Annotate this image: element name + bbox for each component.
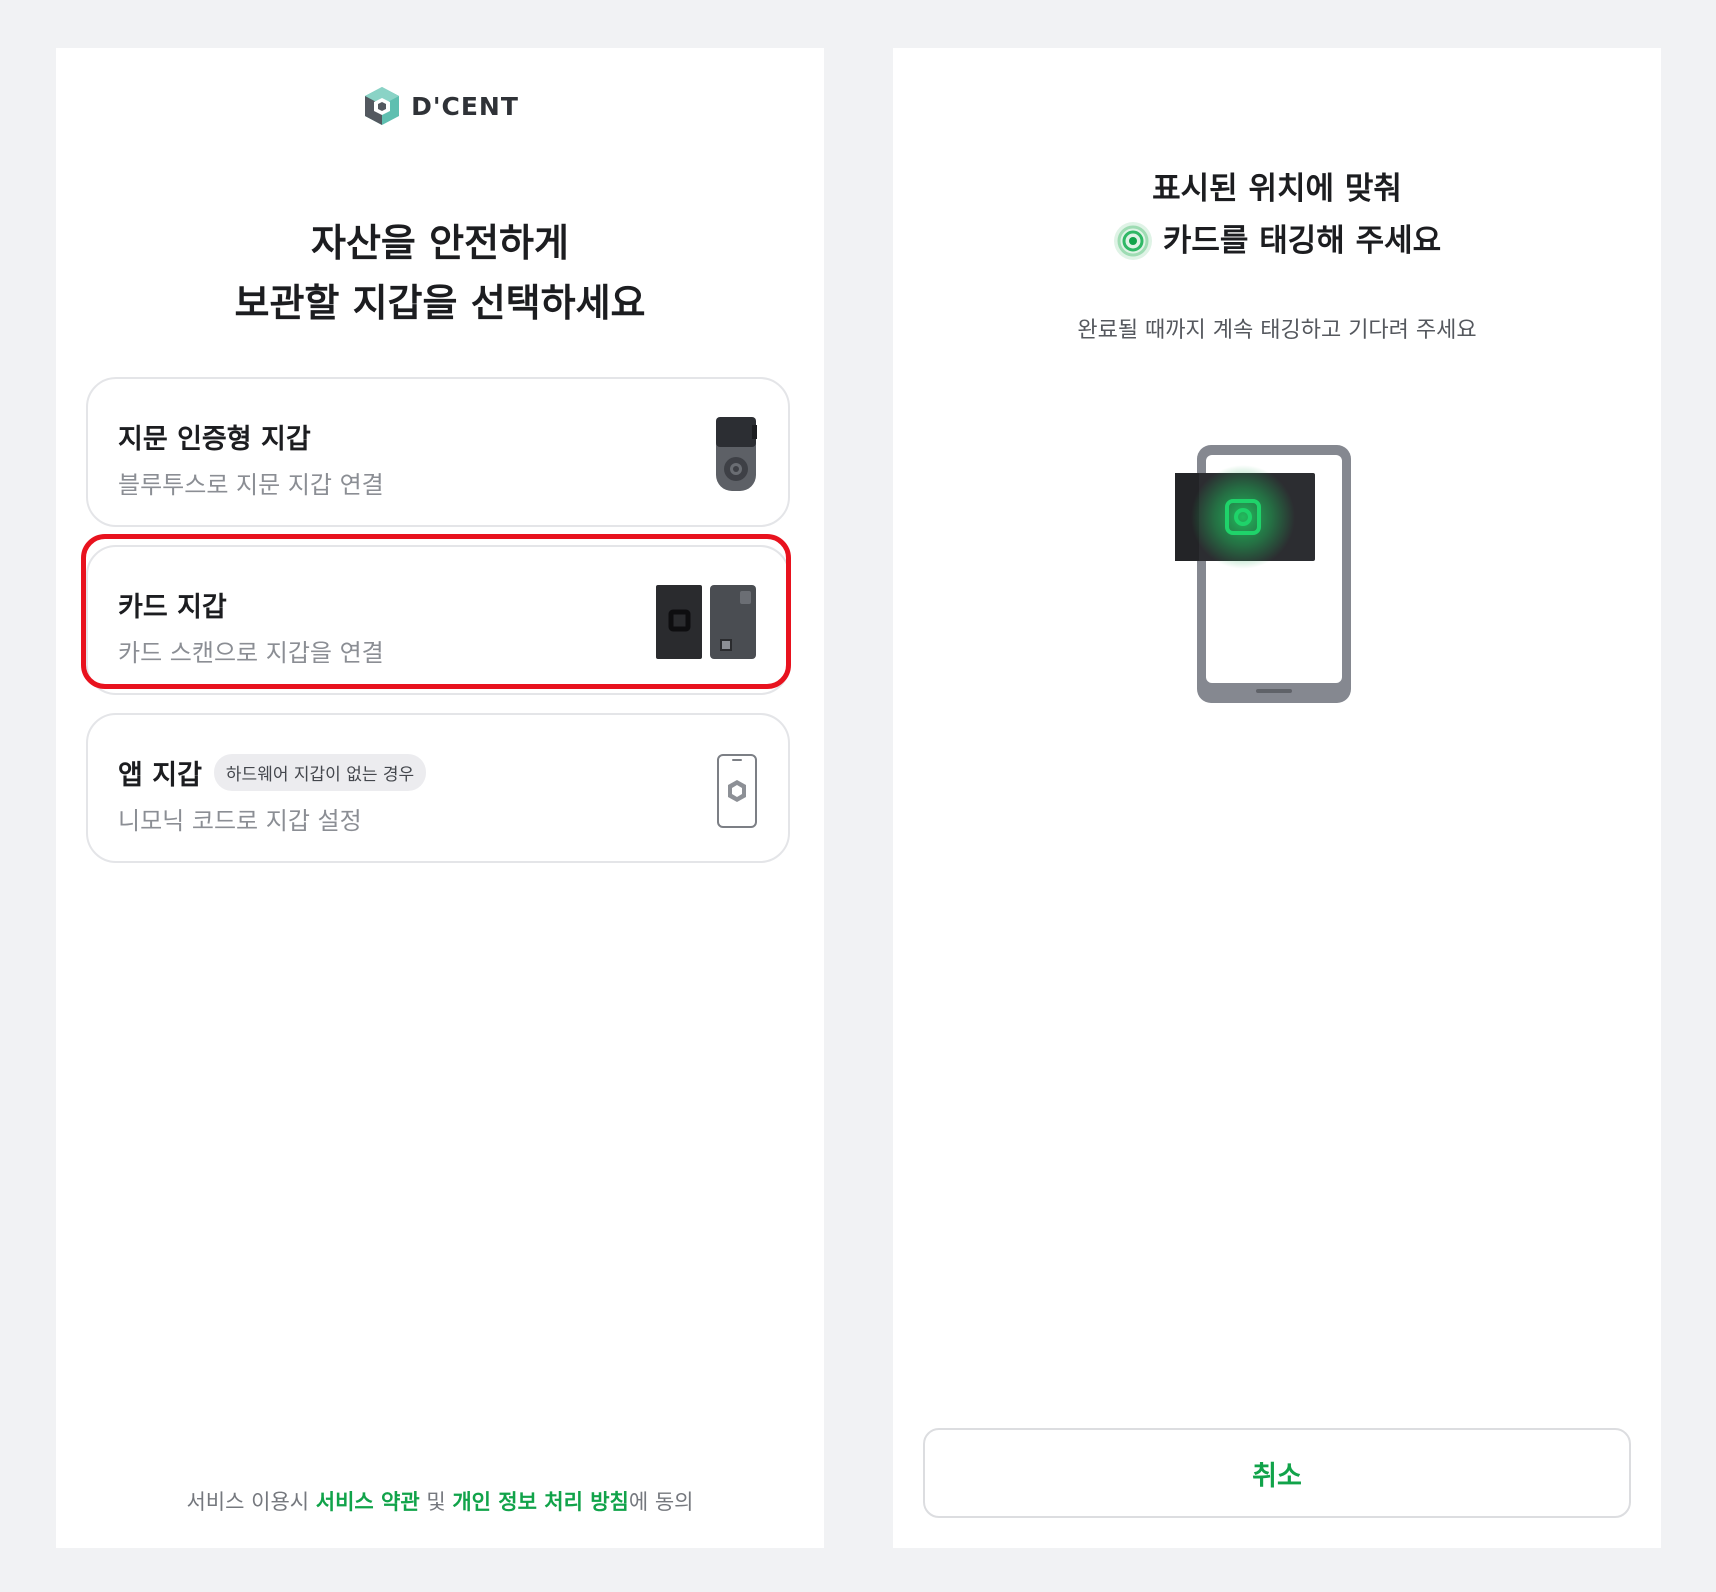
title-line-1: 표시된 위치에 맞춰 [1152,171,1402,207]
option-title: 지문 인증형 지갑 [118,424,311,455]
privacy-link[interactable]: 개인 정보 처리 방침 [452,1490,629,1514]
tag-instruction-subtitle: 완료될 때까지 계속 태깅하고 기다려 주세요 [1077,318,1477,343]
footer-prefix: 서비스 이용시 [186,1490,316,1514]
wallet-select-screen: D'CENT 자산을 안전하게 보관할 지갑을 선택하세요 지문 인증형 지갑 … [56,48,824,1548]
no-hardware-badge: 하드웨어 지갑이 없는 경우 [213,754,427,791]
title-line-2: 카드를 태깅해 주세요 [1162,223,1442,259]
page-title: 자산을 안전하게 보관할 지갑을 선택하세요 [56,213,824,333]
app-wallet-option[interactable]: 앱 지갑 하드웨어 지갑이 없는 경우 니모닉 코드로 지갑 설정 [86,713,790,863]
terms-agreement: 서비스 이용시 서비스 약관 및 개인 정보 처리 방침에 동의 [56,1486,824,1516]
phone-card-tap-illustration [1175,445,1351,703]
option-subtitle: 니모닉 코드로 지갑 설정 [118,807,362,835]
dcent-logo: D'CENT [56,78,824,134]
biometric-wallet-device-icon [716,417,757,491]
terms-link[interactable]: 서비스 약관 [316,1490,420,1514]
nfc-target-icon [1113,222,1152,260]
selection-highlight [81,534,791,689]
option-subtitle: 블루투스로 지문 지갑 연결 [118,471,384,499]
option-title: 앱 지갑 [118,760,202,791]
title-line-2: 보관할 지갑을 선택하세요 [234,281,646,325]
dcent-logo-icon [365,87,400,125]
option-title-row: 앱 지갑 하드웨어 지갑이 없는 경우 [118,753,427,792]
tag-instruction-title: 표시된 위치에 맞춰 카드를 태깅해 주세요 [893,163,1661,267]
phone-app-icon [717,754,757,828]
title-line-1: 자산을 안전하게 [311,221,569,265]
cancel-button[interactable]: 취소 [923,1428,1631,1518]
card-tag-screen: 표시된 위치에 맞춰 카드를 태깅해 주세요 완료될 때까지 계속 태깅하고 기… [893,48,1661,1548]
biometric-wallet-option[interactable]: 지문 인증형 지갑 블루투스로 지문 지갑 연결 [86,377,790,527]
logo-text: D'CENT [411,91,519,121]
footer-suffix: 에 동의 [628,1490,694,1514]
footer-and: 및 [419,1490,453,1514]
